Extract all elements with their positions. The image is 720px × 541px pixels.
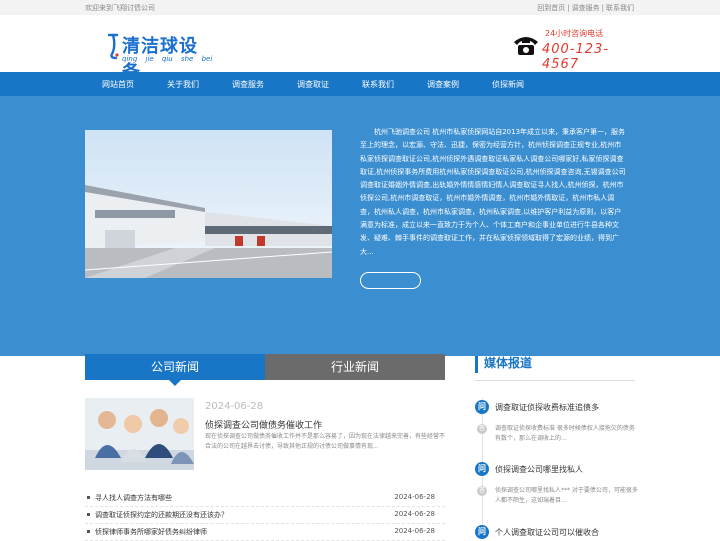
featured-news-date: 2024-06-28 [205, 401, 264, 412]
news-title[interactable]: 寻人找人调查方法有哪些 [95, 493, 172, 503]
site-header: 清洁球设备 qing jie qiu she bei 24小时咨询电话 400-… [0, 15, 720, 83]
active-tab-pointer [169, 380, 181, 386]
media-question[interactable]: 侦探调查公司哪里找私人 [495, 464, 583, 475]
news-date: 2024-06-28 [394, 493, 435, 501]
top-links: 回到首页 | 调查服务 | 联系我们 [536, 3, 635, 13]
top-link-home[interactable]: 回到首页 [537, 4, 565, 12]
nav-item-news[interactable]: 侦探新闻 [492, 79, 524, 90]
featured-news-summary: 现在侦探调查公司做债务催收工作并不是那么容易了，因为现在法律越来完善，有些经营不… [205, 433, 446, 450]
nav-item-services[interactable]: 调查服务 [232, 79, 264, 90]
bullet-icon [87, 530, 90, 533]
factory-photo [85, 130, 332, 278]
welcome-text: 欢迎来到飞翔讨债公司 [85, 4, 155, 12]
news-date: 2024-06-28 [394, 527, 435, 535]
tab-company-news[interactable]: 公司新闻 [85, 354, 265, 380]
nav-item-cases[interactable]: 调查案例 [427, 79, 459, 90]
news-title[interactable]: 调查取证侦探约定的还款期还没有还该办？ [95, 510, 228, 520]
list-item[interactable]: 侦探律师事务所哪家好债务纠纷律师 2024-06-28 [85, 524, 445, 541]
question-icon: 问 [475, 525, 489, 539]
hotline-number[interactable]: 400-123-4567 [542, 42, 635, 72]
media-question[interactable]: 个人调查取证公司可以催收合 [495, 527, 599, 538]
divider [475, 380, 635, 381]
site-logo[interactable]: 清洁球设备 qing jie qiu she bei [106, 32, 216, 83]
question-icon: 问 [475, 462, 489, 476]
bullet-icon [87, 513, 90, 516]
separator: | [601, 4, 604, 12]
news-title[interactable]: 侦探律师事务所哪家好债务纠纷律师 [95, 527, 207, 537]
logo-pinyin: qing jie qiu she bei [122, 55, 213, 63]
media-section-title: 媒体报道 [484, 356, 533, 370]
read-more-button[interactable] [360, 272, 421, 289]
featured-news-image[interactable] [85, 398, 194, 470]
section-accent-bar [475, 356, 478, 373]
bullet-icon [87, 496, 90, 499]
media-question[interactable]: 调查取证侦探收费标准追债多 [495, 402, 599, 413]
media-answer: 侦探调查公司哪里找私人*** 对于要债公司，可能很多人都不陌生，这如瑞着目... [495, 487, 638, 504]
nav-item-home[interactable]: 网站首页 [102, 79, 134, 90]
telephone-icon [514, 37, 538, 55]
stylized-letter-q-icon [107, 33, 119, 60]
separator: | [567, 4, 570, 12]
media-answer: 调查取证侦探收费标准 很多时候债权人接拖欠的债务有数个，那么在调收上的... [495, 425, 635, 442]
hotline: 24小时咨询电话 400-123-4567 [513, 28, 635, 72]
intro-banner: 杭州飞驰调查公司 杭州市私家侦探网站自2013年成立以来，秉承客户第一，服务至上… [0, 96, 720, 356]
top-bar: 欢迎来到飞翔讨债公司 回到首页 | 调查服务 | 联系我们 [0, 0, 720, 15]
answer-icon: 答 [477, 424, 487, 434]
tab-industry-news[interactable]: 行业新闻 [265, 354, 445, 380]
company-intro: 杭州飞驰调查公司 杭州市私家侦探网站自2013年成立以来，秉承客户第一，服务至上… [360, 128, 626, 256]
nav-item-contact[interactable]: 联系我们 [362, 79, 394, 90]
nav-item-evidence[interactable]: 调查取证 [297, 79, 329, 90]
list-item[interactable]: 寻人找人调查方法有哪些 2024-06-28 [85, 490, 445, 507]
question-icon: 问 [475, 400, 489, 414]
nav-item-about[interactable]: 关于我们 [167, 79, 199, 90]
list-item[interactable]: 调查取证侦探约定的还款期还没有还该办？ 2024-06-28 [85, 507, 445, 524]
hotline-label: 24小时咨询电话 [545, 29, 604, 38]
answer-icon: 答 [477, 486, 487, 496]
news-list: 寻人找人调查方法有哪些 2024-06-28 调查取证侦探约定的还款期还没有还该… [85, 490, 445, 541]
top-link-services[interactable]: 调查服务 [572, 4, 600, 12]
featured-news-title[interactable]: 侦探调查公司做债务催收工作 [205, 418, 322, 431]
news-date: 2024-06-28 [394, 510, 435, 518]
main-nav: 网站首页 关于我们 调查服务 调查取证 联系我们 调查案例 侦探新闻 [0, 72, 720, 96]
top-link-contact[interactable]: 联系我们 [606, 4, 634, 12]
news-tabs: 公司新闻 行业新闻 [85, 354, 445, 386]
